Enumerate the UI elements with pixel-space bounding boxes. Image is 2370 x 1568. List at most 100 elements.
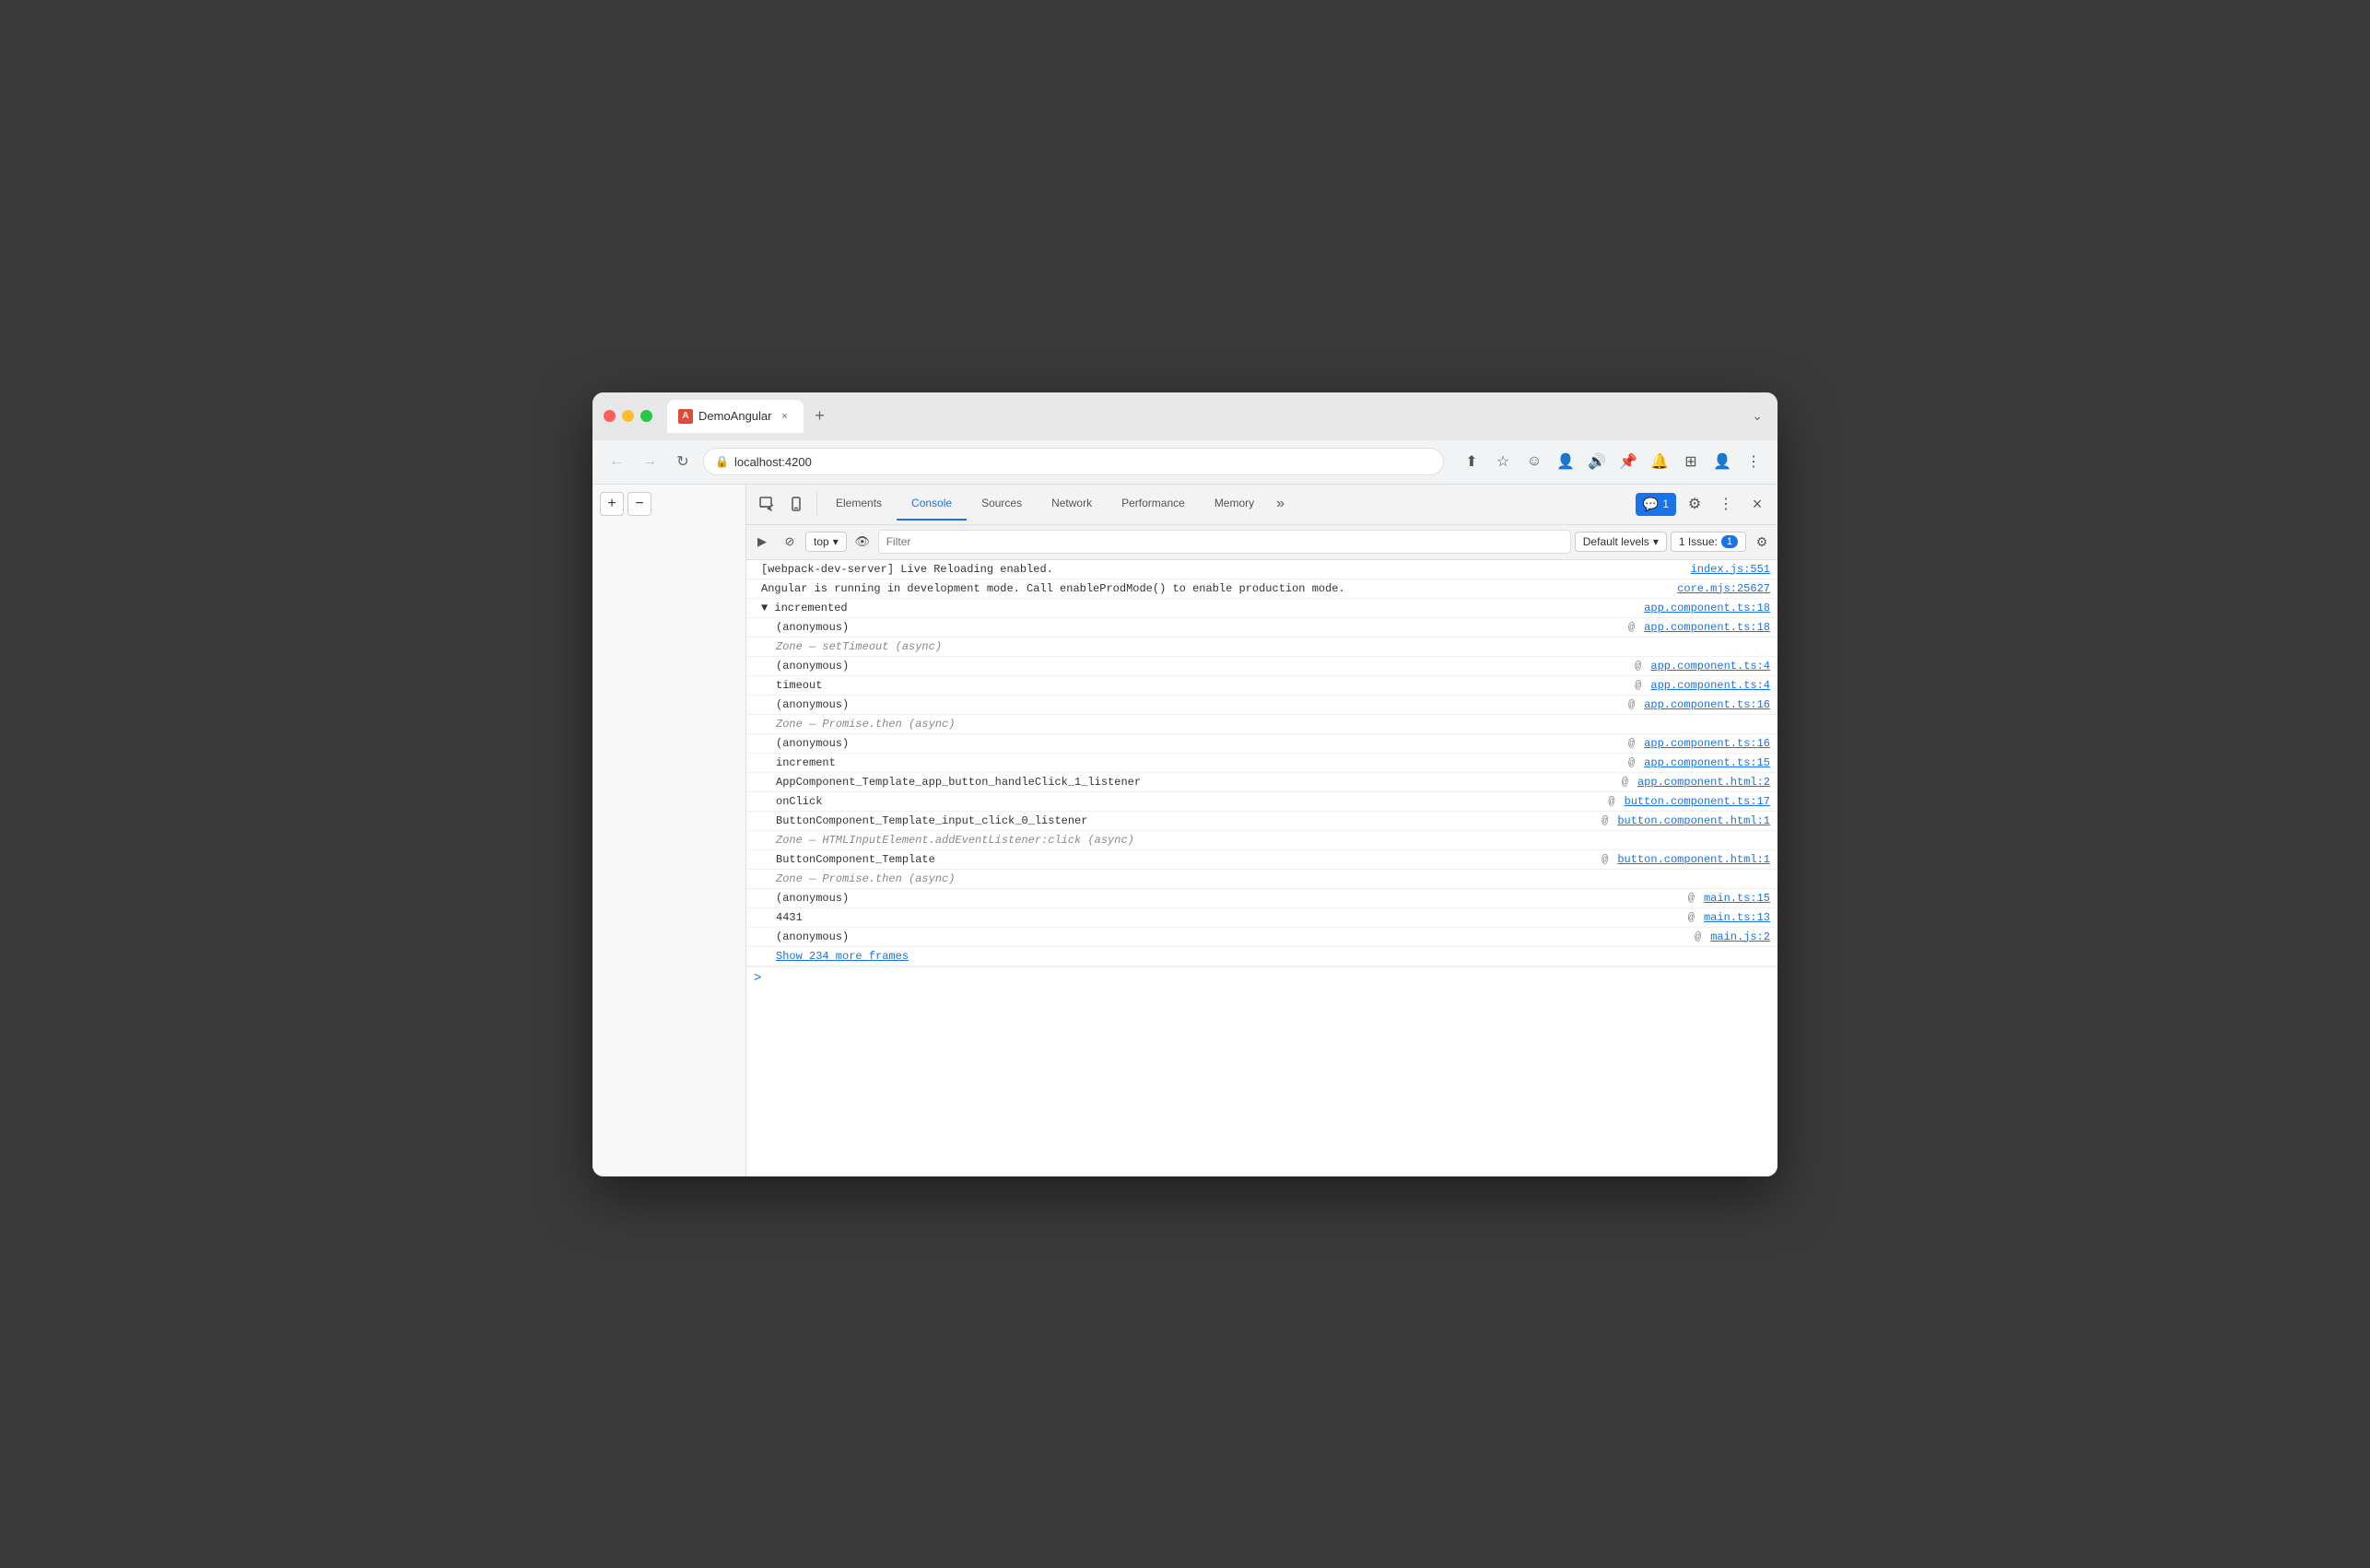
window-menu-button[interactable]: ⌄	[1748, 404, 1766, 427]
console-line-link[interactable]: button.component.html:1	[1617, 814, 1770, 827]
new-tab-button[interactable]: +	[807, 404, 833, 429]
console-line-link[interactable]: button.component.html:1	[1617, 853, 1770, 866]
console-toolbar: ▶ ⊘ top ▾ 👁 Default levels ▾ 1 Issue: 1 …	[746, 525, 1778, 560]
console-line: Angular is running in development mode. …	[746, 579, 1778, 599]
console-line-link[interactable]: app.component.ts:4	[1650, 679, 1770, 692]
tab-elements[interactable]: Elements	[821, 487, 897, 521]
console-line: Zone — setTimeout (async)	[746, 638, 1778, 657]
traffic-lights	[604, 410, 652, 422]
console-line-text: Zone — Promise.then (async)	[776, 872, 1770, 885]
console-line-link[interactable]: main.js:2	[1710, 930, 1770, 943]
zoom-controls: + −	[600, 492, 738, 516]
notifications-icon[interactable]: 🔔	[1647, 449, 1672, 474]
console-line: (anonymous)@ main.ts:15	[746, 889, 1778, 908]
appgrid-icon[interactable]: ⊞	[1678, 449, 1704, 474]
issue-label: 1 Issue:	[1679, 535, 1718, 548]
context-dropdown[interactable]: top ▾	[805, 532, 847, 552]
pin-icon[interactable]: 📌	[1615, 449, 1641, 474]
tab-memory[interactable]: Memory	[1200, 487, 1269, 521]
back-button[interactable]: ←	[604, 449, 629, 474]
reload-button[interactable]: ↻	[670, 449, 696, 474]
console-line-text: (anonymous)	[776, 698, 1628, 711]
tab-title: DemoAngular	[698, 409, 772, 423]
console-line-link[interactable]: app.component.ts:16	[1644, 698, 1770, 711]
extension3-icon[interactable]: 🔊	[1584, 449, 1610, 474]
issues-badge[interactable]: 1 Issue: 1	[1671, 532, 1746, 552]
console-line: onClick@ button.component.ts:17	[746, 792, 1778, 812]
devtools-toolbar: Elements Console Sources Network Perform…	[746, 485, 1778, 525]
console-line: (anonymous)@ app.component.ts:4	[746, 657, 1778, 676]
profile-icon[interactable]: 👤	[1709, 449, 1735, 474]
devtools-nav-icons	[746, 491, 817, 517]
console-line-text: onClick	[776, 795, 1608, 808]
devtools-settings-button[interactable]: ⚙	[1682, 491, 1707, 517]
zoom-in-button[interactable]: +	[600, 492, 624, 516]
more-icon[interactable]: ⋮	[1741, 449, 1766, 474]
active-tab[interactable]: A DemoAngular ×	[667, 400, 804, 433]
maximize-traffic-light[interactable]	[640, 410, 652, 422]
minimize-traffic-light[interactable]	[622, 410, 634, 422]
console-line: timeout@ app.component.ts:4	[746, 676, 1778, 696]
eye-button[interactable]: 👁	[851, 530, 874, 554]
dropdown-arrow-icon: ▾	[833, 535, 839, 548]
console-line-text: Angular is running in development mode. …	[761, 582, 1670, 595]
console-line-text: (anonymous)	[776, 930, 1695, 943]
tab-network[interactable]: Network	[1037, 487, 1107, 521]
device-toolbar-button[interactable]	[783, 491, 809, 517]
console-line: (anonymous)@ main.js:2	[746, 928, 1778, 947]
title-bar-controls: ⌄	[1748, 404, 1766, 427]
browser-toolbar-icons: ⬆ ☆ ☺ 👤 🔊 📌 🔔 ⊞ 👤 ⋮	[1459, 449, 1766, 474]
devtools-panel: Elements Console Sources Network Perform…	[746, 485, 1778, 1176]
url-text: localhost:4200	[734, 455, 812, 469]
block-button[interactable]: ⊘	[778, 530, 802, 554]
console-line-link[interactable]: button.component.ts:17	[1625, 795, 1770, 808]
url-bar[interactable]: 🔒 localhost:4200	[703, 448, 1444, 475]
devtools-close-button[interactable]: ×	[1744, 491, 1770, 517]
show-more-frames[interactable]: Show 234 more frames	[746, 947, 1778, 966]
bookmark-icon[interactable]: ☆	[1490, 449, 1516, 474]
forward-button[interactable]: →	[637, 449, 663, 474]
console-line-link[interactable]: core.mjs:25627	[1677, 582, 1770, 595]
tab-favicon: A	[678, 409, 693, 424]
default-levels-dropdown[interactable]: Default levels ▾	[1575, 532, 1667, 552]
close-traffic-light[interactable]	[604, 410, 616, 422]
console-messages-badge[interactable]: 💬 1	[1636, 493, 1676, 516]
console-content[interactable]: [webpack-dev-server] Live Reloading enab…	[746, 560, 1778, 1176]
show-more-link[interactable]: Show 234 more frames	[776, 950, 909, 963]
console-settings-button[interactable]: ⚙	[1750, 530, 1774, 554]
console-line-text: 4431	[776, 911, 1688, 924]
tab-close-button[interactable]: ×	[778, 409, 792, 424]
zoom-out-button[interactable]: −	[628, 492, 651, 516]
more-tabs-button[interactable]: »	[1269, 496, 1292, 512]
security-icon: 🔒	[715, 455, 729, 468]
console-line-link[interactable]: app.component.ts:4	[1650, 660, 1770, 673]
console-line-link[interactable]: app.component.ts:18	[1644, 602, 1770, 614]
console-line: (anonymous)@ app.component.ts:16	[746, 696, 1778, 715]
console-line: Zone — Promise.then (async)	[746, 870, 1778, 889]
console-line-text: AppComponent_Template_app_button_handleC…	[776, 776, 1622, 789]
extension2-icon[interactable]: 👤	[1553, 449, 1578, 474]
inspect-element-button[interactable]	[754, 491, 780, 517]
filter-input[interactable]	[878, 530, 1571, 554]
execute-button[interactable]: ▶	[750, 530, 774, 554]
left-panel: + −	[592, 485, 746, 1176]
console-line: ▼ incrementedapp.component.ts:18	[746, 599, 1778, 618]
console-line-text: ButtonComponent_Template_input_click_0_l…	[776, 814, 1602, 827]
devtools-right-controls: 💬 1 ⚙ ⋮ ×	[1628, 491, 1778, 517]
console-line: ButtonComponent_Template_input_click_0_l…	[746, 812, 1778, 831]
devtools-more-button[interactable]: ⋮	[1713, 491, 1739, 517]
tab-performance[interactable]: Performance	[1107, 487, 1200, 521]
console-line-link[interactable]: app.component.ts:18	[1644, 621, 1770, 634]
console-line-link[interactable]: app.component.ts:16	[1644, 737, 1770, 750]
console-line: AppComponent_Template_app_button_handleC…	[746, 773, 1778, 792]
console-line-link[interactable]: main.ts:15	[1704, 892, 1770, 905]
console-line-link[interactable]: app.component.ts:15	[1644, 756, 1770, 769]
extension1-icon[interactable]: ☺	[1521, 449, 1547, 474]
tab-sources[interactable]: Sources	[967, 487, 1037, 521]
console-line-link[interactable]: main.ts:13	[1704, 911, 1770, 924]
tab-console[interactable]: Console	[897, 487, 967, 521]
console-line-link[interactable]: index.js:551	[1691, 563, 1770, 576]
console-line-link[interactable]: app.component.html:2	[1637, 776, 1770, 789]
share-icon[interactable]: ⬆	[1459, 449, 1484, 474]
address-bar: ← → ↻ 🔒 localhost:4200 ⬆ ☆ ☺ 👤 🔊 📌 🔔 ⊞ 👤…	[592, 440, 1778, 485]
